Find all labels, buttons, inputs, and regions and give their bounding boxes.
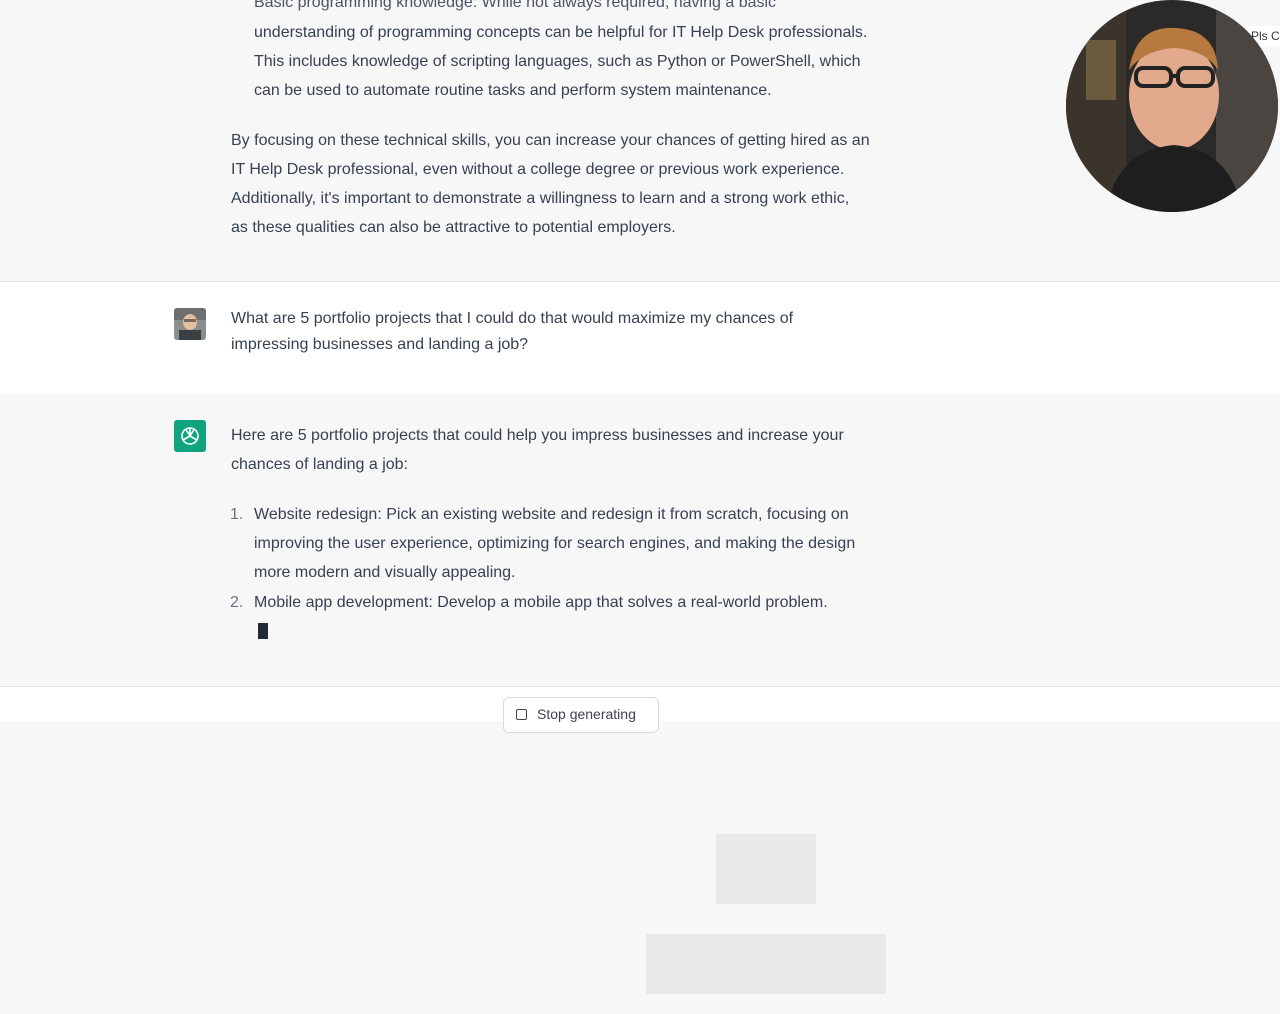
stop-generating-button[interactable]: Stop generating: [503, 697, 659, 733]
list-item-line: understanding of programming concepts ca…: [254, 24, 868, 41]
list-item-line: Website redesign: Pick an existing websi…: [254, 506, 849, 523]
list-item-line: can be used to automate routine tasks an…: [254, 82, 772, 99]
list-item-line: This includes knowledge of scripting lan…: [254, 53, 861, 70]
list-item-line: more modern and visually appealing.: [254, 564, 516, 581]
user-message-line: What are 5 portfolio projects that I cou…: [231, 310, 794, 327]
list-item-line: Mobile app development: Develop a mobile…: [254, 594, 828, 611]
user-avatar: [174, 308, 206, 340]
summary-line: as these qualities can also be attractiv…: [231, 219, 676, 236]
user-message-line: impressing businesses and landing a job?: [231, 336, 529, 353]
cut-off-line: Basic programming knowledge: While not a…: [254, 0, 777, 11]
summary-line: Additionally, it's important to demonstr…: [231, 190, 850, 207]
summary-line: IT Help Desk professional, even without …: [231, 161, 845, 178]
watermark-logo: [646, 834, 886, 994]
reply-intro-line: Here are 5 portfolio projects that could…: [231, 427, 844, 444]
chatgpt-avatar: [174, 420, 206, 452]
assistant-message-current: Here are 5 portfolio projects that could…: [0, 394, 1280, 994]
typing-cursor: [258, 623, 268, 639]
list-number: 1.: [230, 506, 244, 523]
list-number: 2.: [230, 594, 244, 611]
summary-line: By focusing on these technical skills, y…: [231, 132, 870, 149]
list-item-line: improving the user experience, optimizin…: [254, 535, 856, 552]
user-message: What are 5 portfolio projects that I cou…: [0, 281, 1280, 395]
openai-logo-icon: [181, 427, 199, 445]
webcam-overlay: [1066, 0, 1278, 212]
stop-square-icon: [516, 709, 527, 720]
reply-intro-line: chances of landing a job:: [231, 456, 409, 473]
